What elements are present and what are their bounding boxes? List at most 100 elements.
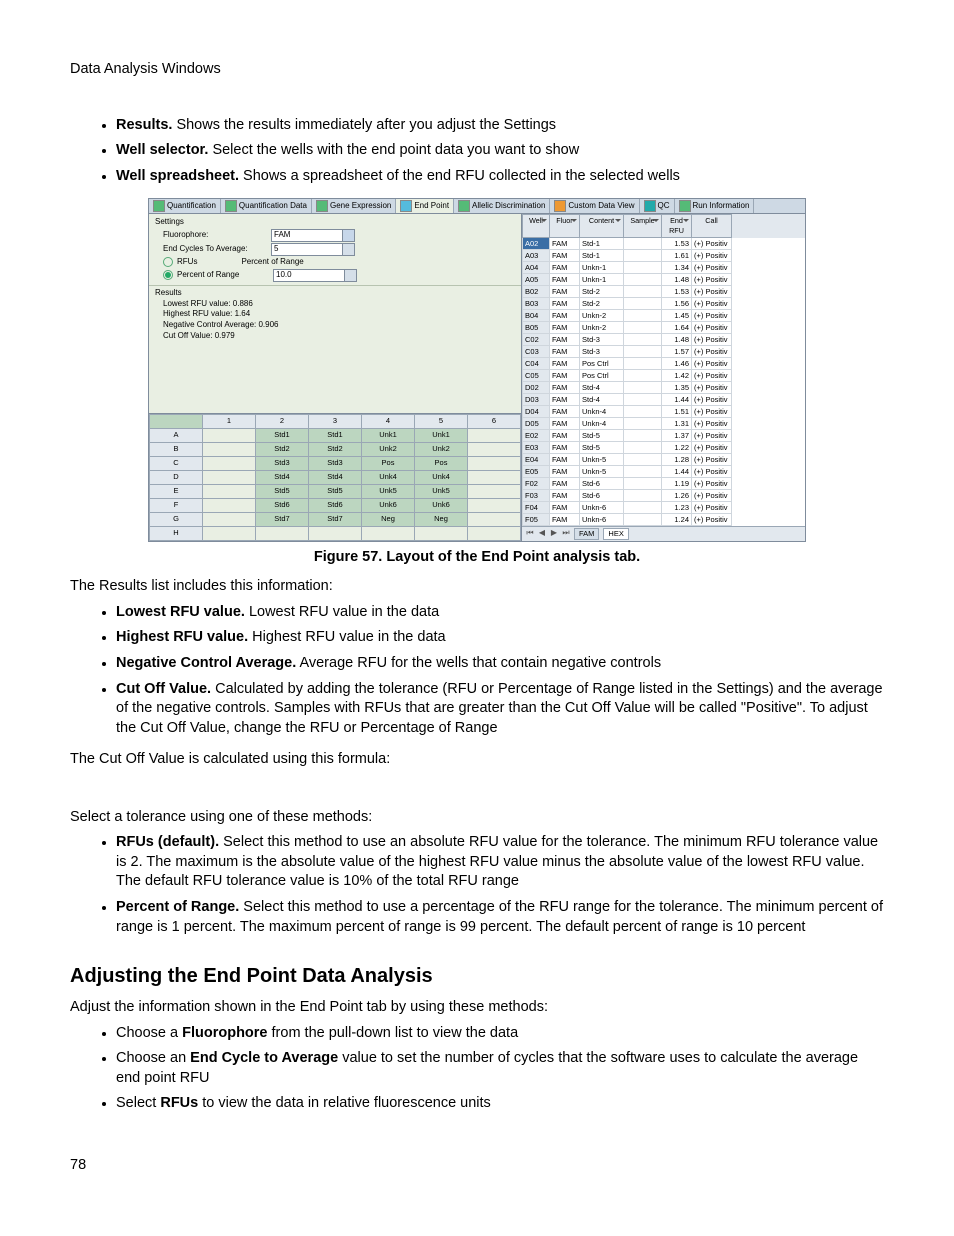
sheet-row[interactable]: A03FAMStd-11.61(+) Positiv [522,250,805,262]
selector-cell[interactable]: Std7 [256,512,309,526]
selector-row-header[interactable]: F [150,498,203,512]
selector-cell[interactable] [362,526,415,540]
selector-cell[interactable]: Unk2 [415,442,468,456]
nav-prev-icon[interactable]: ◀ [538,528,546,539]
sheet-row[interactable]: E03FAMStd-51.22(+) Positiv [522,442,805,454]
sheet-row[interactable]: B04FAMUnkn-21.45(+) Positiv [522,310,805,322]
sheet-row[interactable]: C05FAMPos Ctrl1.42(+) Positiv [522,370,805,382]
rfus-radio[interactable] [163,257,173,267]
sheet-header-well[interactable]: Well [522,214,550,237]
selector-cell[interactable]: Unk4 [362,470,415,484]
selector-cell[interactable]: Pos [362,456,415,470]
sheet-row[interactable]: D04FAMUnkn-41.51(+) Positiv [522,406,805,418]
selector-corner[interactable] [150,414,203,428]
tab-end-point[interactable]: End Point [396,199,454,213]
selector-cell[interactable]: Neg [362,512,415,526]
sheet-row[interactable]: A05FAMUnkn-11.48(+) Positiv [522,274,805,286]
selector-cell[interactable]: Unk2 [362,442,415,456]
percent-spinner[interactable]: 10.0 [273,269,357,282]
selector-cell[interactable]: Std2 [309,442,362,456]
selector-cell[interactable] [203,498,256,512]
nav-next-icon[interactable]: ▶ [550,528,558,539]
selector-cell[interactable]: Std6 [256,498,309,512]
selector-cell[interactable]: Pos [415,456,468,470]
selector-cell[interactable] [203,526,256,540]
selector-cell[interactable]: Unk4 [415,470,468,484]
sheet-row[interactable]: B02FAMStd-21.53(+) Positiv [522,286,805,298]
selector-col-header[interactable]: 6 [468,414,521,428]
selector-row-header[interactable]: A [150,428,203,442]
sheet-header-end-rfu[interactable]: End RFU [662,214,692,237]
selector-cell[interactable] [468,428,521,442]
selector-cell[interactable]: Std6 [309,498,362,512]
sheet-row[interactable]: F03FAMStd-61.26(+) Positiv [522,490,805,502]
selector-cell[interactable] [203,484,256,498]
tab-run-information[interactable]: Run Information [675,199,755,213]
selector-col-header[interactable]: 3 [309,414,362,428]
sheet-header-fluor[interactable]: Fluor [550,214,580,237]
sheet-tab-hex[interactable]: HEX [603,528,628,540]
sheet-row[interactable]: D03FAMStd-41.44(+) Positiv [522,394,805,406]
sheet-row[interactable]: B03FAMStd-21.56(+) Positiv [522,298,805,310]
selector-col-header[interactable]: 1 [203,414,256,428]
sheet-row[interactable]: F04FAMUnkn-61.23(+) Positiv [522,502,805,514]
nav-first-icon[interactable]: ⏮ [526,528,534,539]
selector-cell[interactable] [468,470,521,484]
selector-cell[interactable] [468,526,521,540]
sheet-row[interactable]: E05FAMUnkn-51.44(+) Positiv [522,466,805,478]
sheet-row[interactable]: E04FAMUnkn-51.28(+) Positiv [522,454,805,466]
sheet-header-sample[interactable]: Sample [624,214,662,237]
sheet-row[interactable]: D02FAMStd-41.35(+) Positiv [522,382,805,394]
selector-cell[interactable]: Std1 [309,428,362,442]
selector-cell[interactable]: Unk1 [362,428,415,442]
selector-cell[interactable] [256,526,309,540]
selector-col-header[interactable]: 4 [362,414,415,428]
selector-row-header[interactable]: D [150,470,203,484]
selector-cell[interactable] [203,456,256,470]
sheet-row[interactable]: F02FAMStd-61.19(+) Positiv [522,478,805,490]
selector-cell[interactable] [468,442,521,456]
sheet-row[interactable]: B05FAMUnkn-21.64(+) Positiv [522,322,805,334]
tab-gene-expression[interactable]: Gene Expression [312,199,396,213]
selector-cell[interactable]: Std5 [309,484,362,498]
selector-cell[interactable]: Unk6 [362,498,415,512]
sheet-row[interactable]: D05FAMUnkn-41.31(+) Positiv [522,418,805,430]
nav-last-icon[interactable]: ⏭ [562,528,570,539]
selector-col-header[interactable]: 5 [415,414,468,428]
sheet-row[interactable]: C04FAMPos Ctrl1.46(+) Positiv [522,358,805,370]
selector-row-header[interactable]: H [150,526,203,540]
selector-cell[interactable] [203,428,256,442]
sheet-row[interactable]: C03FAMStd-31.57(+) Positiv [522,346,805,358]
selector-cell[interactable] [203,442,256,456]
selector-cell[interactable] [415,526,468,540]
sheet-header-call[interactable]: Call [692,214,732,237]
selector-cell[interactable]: Std4 [309,470,362,484]
fluorophore-dropdown[interactable]: FAM [271,229,355,242]
selector-cell[interactable]: Std2 [256,442,309,456]
selector-cell[interactable]: Std1 [256,428,309,442]
selector-row-header[interactable]: E [150,484,203,498]
sheet-tab-fam[interactable]: FAM [574,528,599,540]
selector-cell[interactable]: Std3 [256,456,309,470]
tab-quantification-data[interactable]: Quantification Data [221,199,312,213]
sheet-row[interactable]: E02FAMStd-51.37(+) Positiv [522,430,805,442]
selector-cell[interactable]: Unk6 [415,498,468,512]
selector-cell[interactable] [203,470,256,484]
selector-cell[interactable]: Std4 [256,470,309,484]
end-cycles-spinner[interactable]: 5 [271,243,355,256]
selector-cell[interactable] [468,456,521,470]
selector-cell[interactable] [309,526,362,540]
selector-cell[interactable]: Unk5 [362,484,415,498]
selector-row-header[interactable]: B [150,442,203,456]
sheet-row[interactable]: A04FAMUnkn-11.34(+) Positiv [522,262,805,274]
tab-quantification[interactable]: Quantification [149,199,221,213]
selector-cell[interactable]: Std3 [309,456,362,470]
sheet-header-content[interactable]: Content [580,214,624,237]
selector-row-header[interactable]: G [150,512,203,526]
percent-radio[interactable] [163,270,173,280]
selector-cell[interactable]: Std5 [256,484,309,498]
selector-cell[interactable] [203,512,256,526]
selector-row-header[interactable]: C [150,456,203,470]
selector-cell[interactable]: Std7 [309,512,362,526]
tab-allelic-discrimination[interactable]: Allelic Discrimination [454,199,550,213]
